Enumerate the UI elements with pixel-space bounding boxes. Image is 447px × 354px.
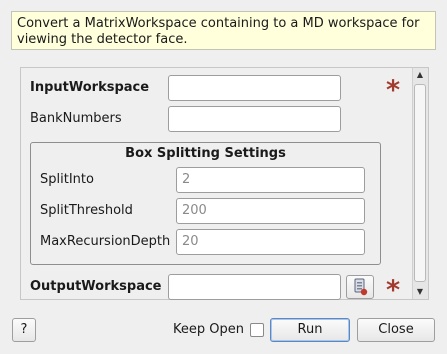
algorithm-description: Convert a MatrixWorkspace containing to … xyxy=(11,11,436,50)
input-workspace-field[interactable] xyxy=(168,75,341,101)
arrow-up-icon[interactable]: ▲ xyxy=(412,68,428,82)
run-button[interactable]: Run xyxy=(270,318,350,342)
max-recursion-depth-label: MaxRecursionDepth xyxy=(40,234,171,249)
help-button[interactable]: ? xyxy=(12,318,36,342)
required-star-icon: * xyxy=(386,75,401,106)
bank-numbers-label: BankNumbers xyxy=(30,111,122,126)
output-workspace-field[interactable] xyxy=(168,274,341,300)
keep-open-label: Keep Open xyxy=(173,322,244,337)
bank-numbers-field[interactable] xyxy=(168,106,341,132)
input-workspace-label: InputWorkspace xyxy=(30,80,150,95)
required-star-icon: * xyxy=(386,275,401,306)
keep-open-checkbox[interactable] xyxy=(250,323,264,337)
close-button[interactable]: Close xyxy=(357,318,435,342)
scrollbar-thumb[interactable] xyxy=(414,84,426,282)
split-into-label: SplitInto xyxy=(40,172,94,187)
workspace-browse-icon xyxy=(354,278,368,296)
split-threshold-field[interactable]: 200 xyxy=(176,198,365,224)
arrow-down-icon[interactable]: ▼ xyxy=(412,285,428,299)
split-into-field[interactable]: 2 xyxy=(176,167,365,193)
box-splitting-title: Box Splitting Settings xyxy=(125,146,286,161)
split-threshold-label: SplitThreshold xyxy=(40,203,133,218)
workspace-browse-button[interactable] xyxy=(346,275,374,299)
max-recursion-depth-field[interactable]: 20 xyxy=(176,229,365,255)
output-workspace-label: OutputWorkspace xyxy=(30,279,162,294)
